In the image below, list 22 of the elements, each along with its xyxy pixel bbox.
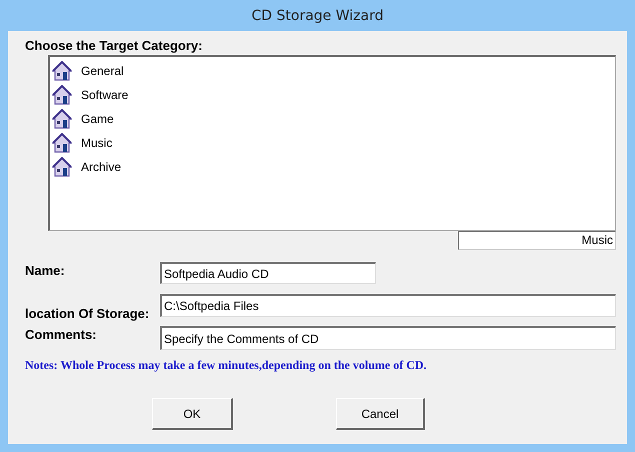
list-item[interactable]: Software (81, 88, 128, 102)
house-icon (52, 61, 72, 81)
field-label: location Of Storage: (25, 306, 150, 321)
input-field[interactable]: Specify the Comments of CD (160, 326, 616, 350)
house-icon (52, 85, 72, 105)
house-icon (52, 157, 72, 177)
category-label: Choose the Target Category: (25, 37, 204, 55)
field-label: Comments: (25, 327, 98, 342)
cancel-button[interactable]: Cancel (336, 398, 425, 430)
ok-button[interactable]: OK (152, 398, 233, 430)
input-field[interactable]: Softpedia Audio CD (160, 262, 376, 284)
list-item[interactable]: Music (81, 136, 112, 150)
notes-text: Notes: Whole Process may take a few minutes,depending on the volume of CD. (25, 358, 428, 373)
list-item[interactable]: Archive (81, 160, 122, 174)
list-item[interactable]: General (81, 64, 124, 78)
selected-category-field: Music (458, 231, 616, 250)
list-item[interactable]: Game (81, 112, 114, 126)
house-icon (52, 109, 72, 129)
field-label: Name: (25, 263, 66, 278)
window-title: CD Storage Wizard (252, 8, 384, 24)
input-field[interactable]: C:\Softpedia Files (160, 294, 616, 317)
house-icon (52, 133, 72, 153)
